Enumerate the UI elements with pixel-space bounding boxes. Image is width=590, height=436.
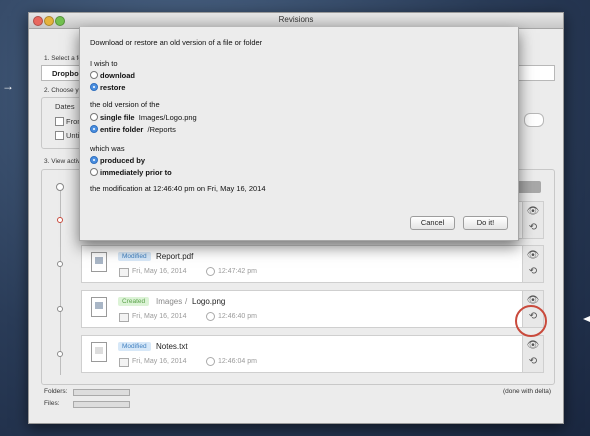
radio-prior-to[interactable]: immediately prior to (90, 168, 172, 177)
clock-icon (206, 267, 215, 276)
file-name: Notes.txt (156, 342, 188, 351)
timeline-dot (57, 351, 63, 357)
timeline-line (60, 185, 61, 375)
radio-restore[interactable]: restore (90, 83, 125, 92)
revision-time: 12:46:40 pm (218, 313, 257, 320)
file-name: Report.pdf (156, 252, 194, 261)
clock-icon (206, 312, 215, 321)
radio-circle[interactable] (90, 156, 98, 164)
card-actions: 👁 ⟲ (523, 245, 544, 283)
from-checkbox[interactable] (55, 117, 64, 126)
radio-circle[interactable] (90, 125, 98, 133)
dates-label: Dates (55, 102, 75, 111)
calendar-icon (119, 268, 129, 277)
pdf-file-icon (91, 252, 107, 272)
revision-time: 12:47:42 pm (218, 268, 257, 275)
revision-date: Fri, May 16, 2014 (132, 268, 187, 275)
calendar-icon (119, 313, 129, 322)
radio-circle[interactable] (90, 83, 98, 91)
card-actions: 👁 ⟲ (523, 335, 544, 373)
dialog-title: Download or restore an old version of a … (90, 38, 263, 47)
do-it-button[interactable]: Do it! (463, 216, 508, 230)
until-checkbox[interactable] (55, 131, 64, 140)
status-badge: Created (118, 297, 150, 306)
revision-card[interactable]: Modified Report.pdf Fri, May 16, 2014 12… (81, 245, 523, 283)
step2-label: 2. Choose yo (44, 87, 83, 94)
wish-label: I wish to (90, 59, 118, 68)
files-progress (73, 401, 130, 408)
highlight-ring (515, 305, 547, 337)
restore-icon[interactable]: ⟲ (526, 221, 540, 235)
restore-icon[interactable]: ⟲ (526, 265, 540, 279)
window-title: Revisions (278, 15, 314, 24)
card-actions-hidden: 👁 ⟲ (523, 201, 544, 239)
version-label: the old version of the (90, 100, 160, 109)
step3-label: 3. View activ (44, 158, 81, 165)
status-badge: Modified (118, 252, 151, 261)
entire-folder-label: entire folder (100, 125, 144, 134)
eye-icon[interactable]: 👁 (526, 249, 540, 263)
download-label: download (100, 71, 135, 80)
which-label: which was (90, 144, 125, 153)
revision-time: 12:46:04 pm (218, 358, 257, 365)
eye-icon[interactable]: 👁 (526, 205, 540, 219)
radio-entire-folder[interactable]: entire folder /Reports (90, 125, 176, 134)
radio-produced-by[interactable]: produced by (90, 156, 145, 165)
radio-single-file[interactable]: single file Images/Logo.png (90, 113, 197, 122)
produced-by-label: produced by (100, 156, 146, 165)
timeline-top-node (56, 183, 64, 191)
single-file-path: Images/Logo.png (138, 113, 197, 122)
cancel-button[interactable]: Cancel (410, 216, 455, 230)
revision-card[interactable]: Created Images / Logo.png Fri, May 16, 2… (81, 290, 523, 328)
folder-name: Images (156, 297, 183, 306)
single-file-label: single file (100, 113, 135, 122)
restore-icon[interactable]: ⟲ (526, 355, 540, 369)
folders-label: Folders: (44, 388, 68, 395)
timeline-dot (57, 217, 63, 223)
left-arrow-icon: → (2, 79, 14, 93)
image-file-icon (91, 297, 107, 317)
status-text: (done with delta) (503, 388, 552, 395)
revision-date: Fri, May 16, 2014 (132, 313, 187, 320)
entire-folder-path: /Reports (147, 125, 176, 134)
prior-to-label: immediately prior to (100, 168, 172, 177)
text-file-icon (91, 342, 107, 362)
radio-circle[interactable] (90, 71, 98, 79)
modification-text: the modification at 12:46:40 pm on Fri, … (90, 184, 266, 193)
right-arrow-icon (583, 316, 590, 322)
step1-label: 1. Select a fo (44, 55, 82, 62)
timeline-dot (57, 306, 63, 312)
radio-circle[interactable] (90, 168, 98, 176)
path-separator: / (185, 297, 188, 306)
eye-icon[interactable]: 👁 (526, 339, 540, 353)
calendar-icon (119, 358, 129, 367)
file-name: Logo.png (192, 297, 226, 306)
folders-progress (73, 389, 130, 396)
status-badge: Modified (118, 342, 151, 351)
clock-icon (206, 357, 215, 366)
radio-download[interactable]: download (90, 71, 135, 80)
files-label: Files: (44, 400, 60, 407)
restore-label: restore (100, 83, 126, 92)
radio-circle[interactable] (90, 113, 98, 121)
revision-card[interactable]: Modified Notes.txt Fri, May 16, 2014 12:… (81, 335, 523, 373)
search-field[interactable] (524, 113, 544, 127)
timeline-dot (57, 261, 63, 267)
source-value: Dropbo (52, 69, 79, 78)
restore-dialog: Download or restore an old version of a … (79, 27, 519, 241)
revision-date: Fri, May 16, 2014 (132, 358, 187, 365)
